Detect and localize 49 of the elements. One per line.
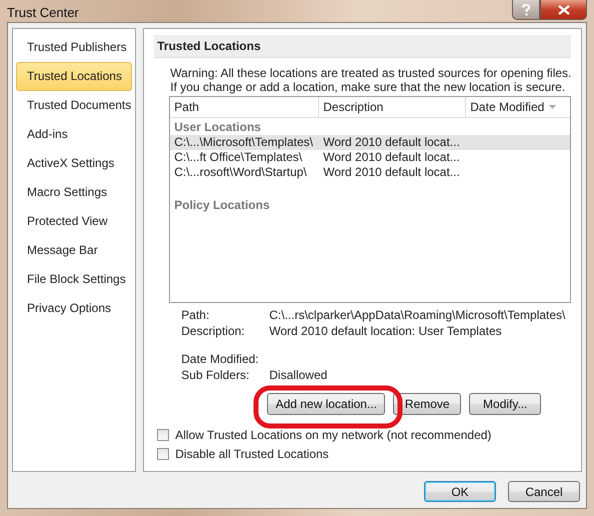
detail-value: Disallowed [269, 367, 328, 383]
detail-label: Sub Folders: [181, 367, 250, 383]
table-row[interactable]: C:\...ft Office\Templates\ Word 2010 default locat... [170, 150, 570, 165]
sidebar-item[interactable]: Macro Settings [16, 178, 132, 207]
checkbox[interactable] [157, 428, 170, 440]
detail-label: Path: [181, 307, 210, 323]
column-header[interactable]: Description [319, 97, 466, 117]
checkbox-label: Disable all Trusted Locations [175, 446, 329, 460]
group-label: User Locations [173, 119, 262, 135]
dialog-button[interactable]: OK [424, 481, 496, 502]
description-cell-text: Word 2010 default locat... [322, 135, 461, 150]
help-icon [521, 4, 531, 16]
checkbox-label: Allow Trusted Locations on my network (not recommended) [175, 428, 492, 442]
description-cell-text: Word 2010 default locat... [322, 165, 461, 180]
group-label: Policy Locations [173, 197, 271, 213]
detail-label: Description: [181, 323, 246, 339]
sidebar-item[interactable]: Trusted Locations [16, 62, 132, 91]
window-title: Trust Center [7, 5, 79, 20]
table-row[interactable]: C:\...\Microsoft\Templates\ Word 2010 default locat... [170, 135, 570, 150]
sidebar-item[interactable]: Add-ins [16, 120, 132, 149]
warning-text: Warning: All these locations are treated as trusted sources for opening files. [170, 66, 572, 80]
column-header[interactable]: Path [170, 97, 320, 117]
close-icon [558, 4, 570, 14]
sidebar-item[interactable]: Trusted Documents [16, 91, 132, 120]
sidebar-item[interactable]: Privacy Options [16, 294, 132, 323]
detail-value: Word 2010 default location: User Templates [269, 323, 502, 339]
column-header[interactable]: Date Modified [466, 97, 570, 117]
sidebar-item[interactable]: ActiveX Settings [16, 149, 132, 178]
sidebar-item[interactable]: Trusted Publishers [16, 33, 132, 62]
action-button[interactable]: Modify... [469, 393, 542, 415]
close-button[interactable] [540, 0, 587, 20]
path-cell-text: C:\...\Microsoft\Templates\ [173, 135, 314, 150]
action-button[interactable]: Add new location... [267, 393, 386, 415]
sort-icon [549, 105, 556, 109]
sidebar-item[interactable]: File Block Settings [16, 265, 132, 294]
detail-label: Date Modified: [181, 351, 260, 367]
detail-value: C:\...rs\clparker\AppData\Roaming\Microsoft\Templates\ [269, 307, 566, 323]
sidebar-item[interactable]: Message Bar [16, 236, 132, 265]
action-button[interactable]: Remove [393, 393, 462, 415]
table-row[interactable]: C:\...rosoft\Word\Startup\ Word 2010 default locat... [170, 165, 570, 180]
warning-text: If you change or add a location, make sure that the new location is secure. [170, 80, 566, 94]
help-button[interactable] [512, 0, 540, 20]
checkbox[interactable] [157, 448, 170, 460]
path-cell-text: C:\...ft Office\Templates\ [173, 150, 304, 165]
sidebar-item[interactable]: Protected View [16, 207, 132, 236]
section-title: Trusted Locations [154, 35, 572, 58]
path-cell-text: C:\...rosoft\Word\Startup\ [173, 165, 308, 180]
dialog-button[interactable]: Cancel [508, 481, 580, 502]
description-cell-text: Word 2010 default locat... [322, 150, 461, 165]
